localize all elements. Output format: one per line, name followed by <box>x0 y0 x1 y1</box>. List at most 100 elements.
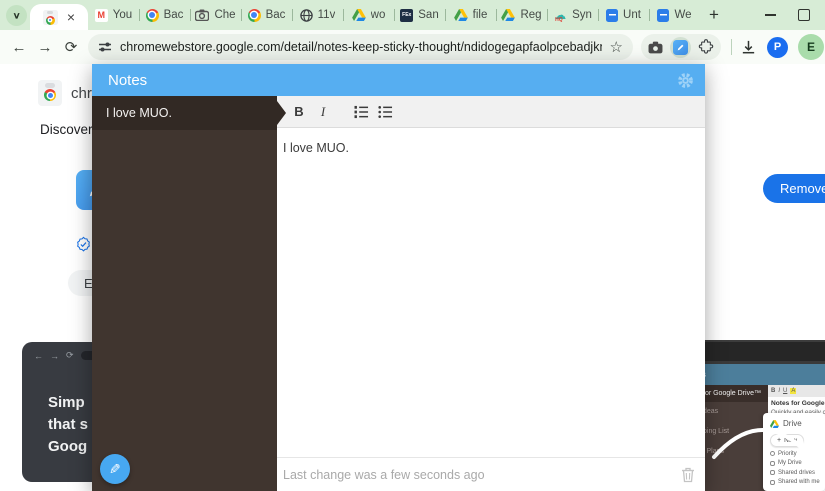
tab-label: We <box>674 9 691 21</box>
drive-item-icon <box>770 470 775 475</box>
delete-note-trash-icon[interactable] <box>681 467 695 483</box>
last-change-status: Last change was a few seconds ago <box>283 468 681 482</box>
nav-discover[interactable]: Discover <box>40 122 93 137</box>
tab-active-chrome-web-store[interactable] <box>30 4 88 30</box>
tab-label: Bac <box>266 9 286 21</box>
format-toolbar: B I <box>277 96 705 128</box>
profile-avatar[interactable]: P <box>767 37 788 58</box>
mini-format-toolbar: B I U A <box>768 385 825 397</box>
tab-label: Che <box>214 9 235 21</box>
tab-docs[interactable]: Unt <box>598 0 649 30</box>
docs-icon <box>606 9 618 22</box>
mini-notes-header: s <box>700 364 825 385</box>
drive-item: Shared drives <box>770 470 825 476</box>
new-note-button[interactable] <box>100 454 130 484</box>
notes-list-sidebar: I love MUO. <box>92 96 277 491</box>
mini-notes-sidebar: for Google Drive™ deas ping List l Plans <box>700 385 768 491</box>
remove-extension-button[interactable]: Remove <box>763 174 825 203</box>
tab-label: You <box>113 9 132 21</box>
drive-icon <box>454 9 468 21</box>
popup-footer: Last change was a few seconds ago <box>277 457 705 491</box>
notes-extension-popup: Notes I love MUO. B I <box>92 64 705 491</box>
tab-label: wo <box>371 9 386 21</box>
note-list-item-selected[interactable]: I love MUO. <box>92 96 277 130</box>
tab-drive-3[interactable]: Reg <box>496 0 547 30</box>
notes-extension-active-highlight[interactable] <box>670 37 691 58</box>
bold-button[interactable]: B <box>290 104 308 119</box>
account-badge[interactable]: E <box>798 34 824 60</box>
chrome-web-store-favicon <box>43 10 58 25</box>
drive-icon <box>501 9 515 21</box>
popup-title: Notes <box>108 72 147 89</box>
settings-gear-icon[interactable] <box>676 71 695 90</box>
chrome-web-store-logo <box>38 80 62 106</box>
store-brand[interactable]: chro <box>38 80 100 106</box>
downloads-icon[interactable] <box>740 39 757 56</box>
tab-drive[interactable]: wo <box>343 0 394 30</box>
reload-button[interactable] <box>58 38 84 56</box>
mini-reload-icon <box>66 350 74 361</box>
back-button[interactable] <box>6 39 32 56</box>
mini-note-item: deas <box>700 402 768 422</box>
mini-note-active: for Google Drive™ <box>700 385 768 402</box>
drive-logo-row: Drive <box>770 419 825 428</box>
forward-button[interactable] <box>32 39 58 56</box>
pinned-extensions <box>641 34 721 60</box>
browser-toolbar: chromewebstore.google.com/detail/notes-k… <box>0 30 825 64</box>
note-editor-textarea[interactable]: I love MUO. <box>277 128 705 457</box>
globe-icon <box>300 9 313 22</box>
drive-icon <box>770 420 779 428</box>
chevron-down-icon <box>12 9 20 22</box>
tab-fex[interactable]: San <box>394 0 445 30</box>
tab-drive-2[interactable]: file <box>445 0 496 30</box>
tab-search-button[interactable] <box>6 5 27 26</box>
tab-label: Syn <box>572 9 592 21</box>
bookmark-star-icon[interactable] <box>610 38 623 56</box>
extensions-puzzle-icon[interactable] <box>698 39 714 55</box>
selected-note-pointer <box>277 101 286 125</box>
tab-label: San <box>418 9 438 21</box>
drive-item: Shared with me <box>770 479 825 485</box>
camera-icon <box>195 9 209 21</box>
bullet-list-button[interactable] <box>378 105 396 119</box>
url-text[interactable]: chromewebstore.google.com/detail/notes-k… <box>120 40 602 54</box>
fex-icon <box>400 9 413 22</box>
ordered-list-button[interactable] <box>354 105 372 119</box>
verified-badge-icon <box>75 236 92 253</box>
tab-close-icon[interactable] <box>67 9 75 25</box>
minimize-icon[interactable] <box>765 14 776 16</box>
drive-item-icon <box>770 480 775 485</box>
promo-screenshot-right: s for Google Drive™ deas ping List l Pla… <box>700 340 825 491</box>
drive-item: My Drive <box>770 460 825 466</box>
tab-chrome[interactable]: Bac <box>139 0 190 30</box>
screenshot-extension-icon[interactable] <box>648 41 663 54</box>
maximize-icon[interactable] <box>798 9 810 21</box>
site-info-icon[interactable] <box>98 41 112 53</box>
italic-button[interactable]: I <box>314 104 332 120</box>
address-bar[interactable]: chromewebstore.google.com/detail/notes-k… <box>88 34 633 60</box>
mini-drive-card: Drive New Priority My Drive Shared drive… <box>763 413 825 491</box>
tab-camera[interactable]: Che <box>190 0 241 30</box>
chrome-icon <box>146 9 159 22</box>
notes-extension-icon <box>673 40 688 55</box>
tab-label: Unt <box>623 9 641 21</box>
drive-new-button: New <box>770 434 804 447</box>
tab-gmail[interactable]: You <box>88 0 139 30</box>
mini-back-icon <box>34 351 43 361</box>
gmail-icon <box>95 9 108 22</box>
mini-forward-icon <box>50 351 59 361</box>
note-label: I love MUO. <box>106 106 172 120</box>
tab-docs-2[interactable]: We <box>649 0 700 30</box>
new-tab-button[interactable]: + <box>700 5 728 25</box>
cloudhq-icon <box>553 9 567 22</box>
popup-header: Notes <box>92 64 705 96</box>
mini-note-item: ping List <box>700 422 768 442</box>
note-editor-panel: B I I love MUO. Last change was a few se… <box>277 96 705 491</box>
tab-cloudhq[interactable]: Syn <box>547 0 598 30</box>
mini-window-chrome <box>700 340 825 364</box>
tab-chrome-2[interactable]: Bac <box>241 0 292 30</box>
tab-globe[interactable]: 11v <box>292 0 343 30</box>
drive-item-icon <box>770 451 775 456</box>
tab-label: file <box>473 9 488 21</box>
popup-body: I love MUO. B I I love MUO. <box>92 96 705 491</box>
